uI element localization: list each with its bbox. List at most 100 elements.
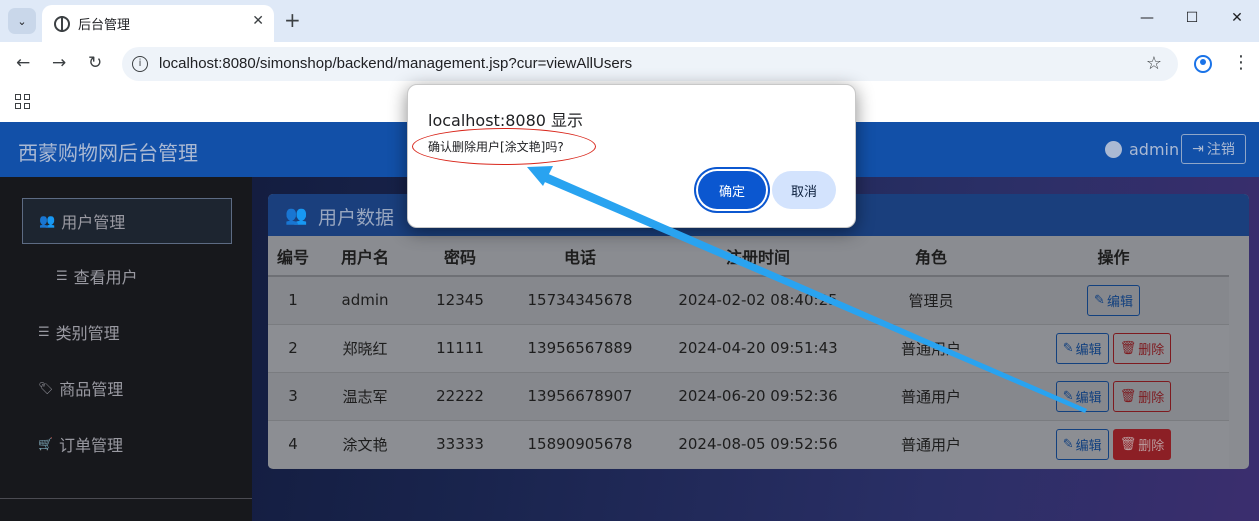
cell-role: 普通用户 xyxy=(864,419,998,468)
omnibox[interactable]: i localhost:8080/simonshop/backend/manag… xyxy=(122,47,1178,81)
cell-id: 4 xyxy=(268,419,318,468)
cell-role: 普通用户 xyxy=(864,323,998,372)
logout-button[interactable]: ⇥ 注销 xyxy=(1181,134,1246,164)
delete-button[interactable]: 🗑 删除 xyxy=(1112,428,1172,460)
browser-tab-bar: ⌄ 后台管理 ✕ + — ☐ ✕ xyxy=(0,0,1259,42)
edit-button[interactable]: ✎ 编辑 xyxy=(1055,332,1109,364)
cell-role: 普通用户 xyxy=(864,371,998,420)
cell-role: 管理员 xyxy=(864,275,998,324)
site-info-icon[interactable]: i xyxy=(132,56,148,72)
cell-username: 涂文艳 xyxy=(318,419,412,468)
confirm-button[interactable]: 确定 xyxy=(698,171,766,209)
delete-button[interactable]: 🗑 删除 xyxy=(1112,380,1172,412)
cancel-button[interactable]: 取消 xyxy=(772,171,836,209)
current-user: admin xyxy=(1129,140,1180,159)
tab-title: 后台管理 xyxy=(78,18,131,33)
table-header-row: 编号 用户名 密码 电话 注册时间 角色 操作 xyxy=(268,236,1229,277)
user-data-panel: 👥 用户数据 编号 用户名 密码 电话 注册时间 角色 操作 1 admin 1… xyxy=(268,194,1249,469)
cell-password: 11111 xyxy=(412,323,508,372)
brand-title: 西蒙购物网后台管理 xyxy=(18,141,198,165)
table-row: 1 admin 12345 15734345678 2024-02-02 08:… xyxy=(268,275,1229,324)
edit-button[interactable]: ✎ 编辑 xyxy=(1055,428,1109,460)
url-text[interactable]: localhost:8080/simonshop/backend/managem… xyxy=(159,55,632,72)
logout-label: 注销 xyxy=(1206,142,1235,158)
delete-label: 删除 xyxy=(1138,342,1165,358)
edit-icon: ✎ xyxy=(1062,340,1074,356)
cell-registered: 2024-04-20 09:51:43 xyxy=(652,323,864,372)
cell-id: 2 xyxy=(268,323,318,372)
sidebar-item-label: 类别管理 xyxy=(55,324,120,343)
forward-icon[interactable]: → xyxy=(52,53,66,73)
table-row: 3 温志军 22222 13956678907 2024-06-20 09:52… xyxy=(268,371,1229,420)
edit-label: 编辑 xyxy=(1075,390,1102,406)
trash-icon: 🗑 xyxy=(1119,340,1137,356)
cell-actions: ✎ 编辑 🗑 删除 xyxy=(998,323,1229,372)
reload-icon[interactable]: ↻ xyxy=(88,53,102,73)
edit-icon: ✎ xyxy=(1062,436,1074,452)
cell-password: 22222 xyxy=(412,371,508,420)
apps-grid-icon[interactable] xyxy=(15,94,30,109)
edit-icon: ✎ xyxy=(1094,292,1105,308)
column-header: 操作 xyxy=(998,236,1229,277)
bookmark-star-icon[interactable]: ☆ xyxy=(1146,53,1162,74)
cell-password: 12345 xyxy=(412,275,508,324)
edit-button[interactable]: ✎ 编辑 xyxy=(1055,380,1109,412)
back-icon[interactable]: ← xyxy=(16,53,30,73)
cell-username: 郑晓红 xyxy=(318,323,412,372)
sidebar-item-label: 订单管理 xyxy=(58,436,123,455)
edit-button[interactable]: ✎ 编辑 xyxy=(1087,284,1140,316)
sidebar-item-order-management[interactable]: 🛒 订单管理 xyxy=(22,421,232,467)
column-header: 电话 xyxy=(508,236,652,277)
cell-username: admin xyxy=(318,275,412,324)
cell-registered: 2024-08-05 09:52:56 xyxy=(652,419,864,468)
more-menu-icon[interactable]: ⋮ xyxy=(1232,52,1250,73)
sign-out-icon: ⇥ xyxy=(1192,141,1204,157)
tag-icon: 🏷 xyxy=(38,381,54,395)
chevron-down-icon: ⌄ xyxy=(17,14,27,28)
list-icon: ☰ xyxy=(38,324,50,340)
edit-label: 编辑 xyxy=(1075,438,1102,454)
tab-close-icon[interactable]: ✕ xyxy=(252,13,264,29)
maximize-icon[interactable]: ☐ xyxy=(1182,10,1202,26)
sidebar: 👥 用户管理 ☰ 查看用户 ☰ 类别管理 🏷 商品管理 🛒 订单管理 xyxy=(0,177,252,521)
sidebar-item-user-management[interactable]: 👥 用户管理 xyxy=(22,198,232,244)
profile-icon[interactable] xyxy=(1194,55,1212,73)
cell-password: 33333 xyxy=(412,419,508,468)
sidebar-item-view-users[interactable]: ☰ 查看用户 xyxy=(22,253,232,299)
users-icon: 👥 xyxy=(285,205,308,226)
users-table: 编号 用户名 密码 电话 注册时间 角色 操作 1 admin 12345 15… xyxy=(268,236,1229,468)
delete-button[interactable]: 🗑 删除 xyxy=(1112,332,1172,364)
cell-phone: 13956678907 xyxy=(508,371,652,420)
trash-icon: 🗑 xyxy=(1119,388,1137,404)
sidebar-item-category-management[interactable]: ☰ 类别管理 xyxy=(22,309,232,355)
cell-phone: 15890905678 xyxy=(508,419,652,468)
cell-phone: 15734345678 xyxy=(508,275,652,324)
delete-label: 删除 xyxy=(1138,390,1165,406)
column-header: 编号 xyxy=(268,236,318,277)
confirm-dialog: localhost:8080 显示 确认删除用户[涂文艳]吗? 确定 取消 xyxy=(407,84,856,228)
cell-phone: 13956567889 xyxy=(508,323,652,372)
globe-icon xyxy=(54,16,70,32)
column-header: 注册时间 xyxy=(652,236,864,277)
sidebar-item-label: 用户管理 xyxy=(61,213,126,232)
minimize-icon[interactable]: — xyxy=(1137,10,1157,26)
cell-id: 3 xyxy=(268,371,318,420)
tab-search-button[interactable]: ⌄ xyxy=(8,8,36,34)
close-window-icon[interactable]: ✕ xyxy=(1227,10,1247,26)
sidebar-item-label: 商品管理 xyxy=(59,380,124,399)
table-row: 4 涂文艳 33333 15890905678 2024-08-05 09:52… xyxy=(268,419,1229,468)
edit-label: 编辑 xyxy=(1106,294,1133,310)
cell-actions: ✎ 编辑 xyxy=(998,275,1229,324)
users-icon: 👥 xyxy=(39,213,56,229)
browser-tab[interactable]: 后台管理 ✕ xyxy=(42,5,274,42)
edit-icon: ✎ xyxy=(1062,388,1074,404)
cart-icon: 🛒 xyxy=(38,437,53,451)
sidebar-item-product-management[interactable]: 🏷 商品管理 xyxy=(22,365,232,411)
column-header: 用户名 xyxy=(318,236,412,277)
cell-registered: 2024-02-02 08:40:25 xyxy=(652,275,864,324)
cell-id: 1 xyxy=(268,275,318,324)
edit-label: 编辑 xyxy=(1075,342,1102,358)
list-icon: ☰ xyxy=(56,268,68,284)
new-tab-button[interactable]: + xyxy=(284,8,301,32)
cell-actions: ✎ 编辑 🗑 删除 xyxy=(998,371,1229,420)
